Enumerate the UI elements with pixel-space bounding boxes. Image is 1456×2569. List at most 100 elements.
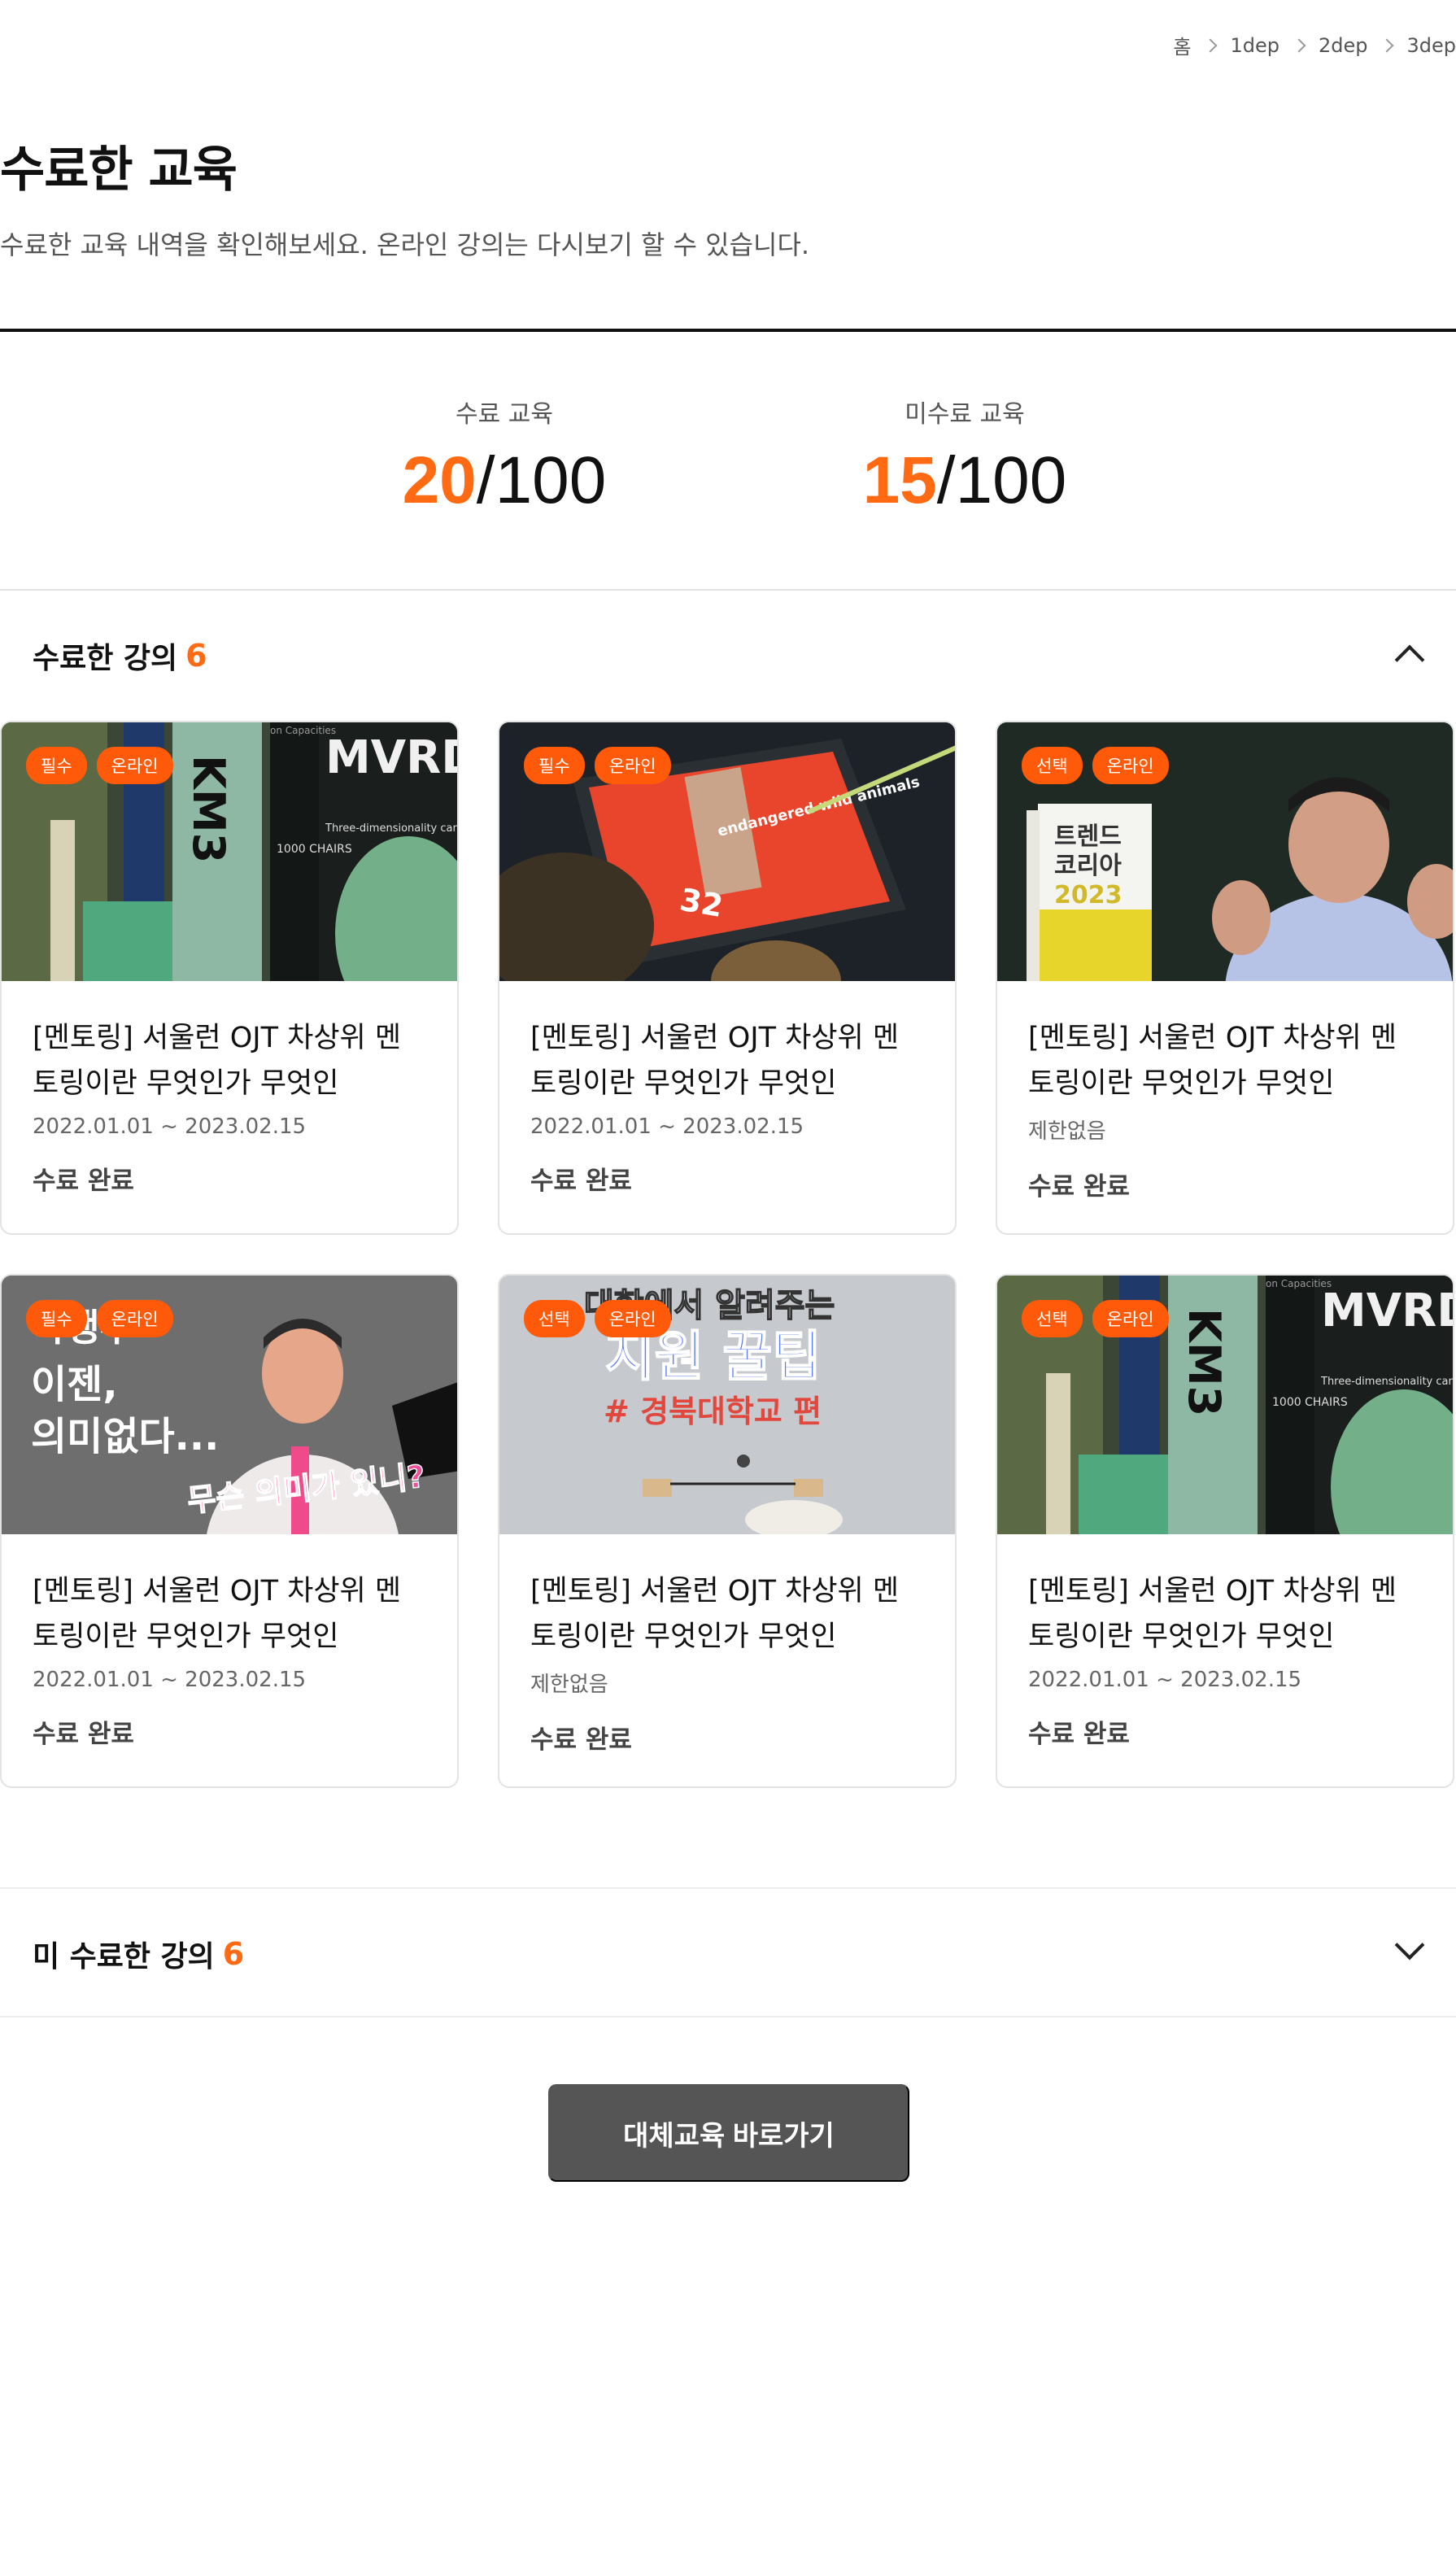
svg-text:on Capacities: on Capacities: [1266, 1278, 1332, 1289]
incomplete-count: 15: [862, 443, 937, 517]
badge-group: 필수 온라인: [524, 747, 671, 784]
course-period: 2022.01.01 ~ 2023.02.15: [1028, 1668, 1302, 1692]
course-title[interactable]: [멘토링] 서울런 OJT 차상위 멘토링이란 무엇인가 무엇인 ep.01..…: [1028, 1568, 1422, 1660]
completed-stat: 수료 교육 20/100: [342, 394, 667, 514]
badge-online: 온라인: [96, 1300, 173, 1337]
badge-group: 필수 온라인: [26, 747, 173, 784]
svg-text:트렌드: 트렌드: [1054, 822, 1122, 851]
svg-text:이젠,: 이젠,: [31, 1362, 118, 1407]
card-body: [멘토링] 서울런 OJT 차상위 멘토링이란 무엇인가 무엇인 ep.01..…: [2, 1534, 457, 1750]
card-body: [멘토링] 서울런 OJT 차상위 멘토링이란 무엇인가 무엇인 ep.01..…: [499, 981, 955, 1197]
badge-optional: 선택: [524, 1300, 585, 1337]
course-thumbnail: KM3 MVRD Three-dimensionality can as arc…: [2, 722, 457, 981]
chevron-right-icon: [1292, 38, 1306, 52]
course-status: 수료 완료: [1028, 1172, 1130, 1202]
incomplete-stat-label: 미수료 교육: [905, 400, 1025, 429]
svg-text:KM3: KM3: [1179, 1308, 1230, 1416]
incomplete-stat: 미수료 교육 15/100: [802, 394, 1127, 514]
completed-stat-label: 수료 교육: [456, 400, 553, 429]
breadcrumb-home[interactable]: 홈: [1173, 31, 1191, 59]
badge-online: 온라인: [594, 1300, 671, 1337]
course-status: 수료 완료: [1028, 1720, 1130, 1749]
course-thumbnail: 트렌드 코리아 2023 선택 온라인: [997, 722, 1453, 981]
section-title: 수료한 강의: [33, 642, 178, 675]
breadcrumb-1dep[interactable]: 1dep: [1230, 34, 1279, 57]
course-title[interactable]: [멘토링] 서울런 OJT 차상위 멘토링이란 무엇인가 무엇인 ep.01..…: [33, 1568, 426, 1660]
completed-section-header[interactable]: 수료한 강의 6: [0, 591, 1456, 721]
section-count: 6: [185, 638, 207, 674]
svg-text:KM3: KM3: [183, 755, 234, 863]
breadcrumb-2dep[interactable]: 2dep: [1319, 34, 1368, 57]
course-card[interactable]: KM3 MVRD Three-dimensionality can as arc…: [996, 1274, 1454, 1788]
card-body: [멘토링] 서울런 OJT 차상위 멘토링이란 무엇인가 무엇인 ep.01..…: [997, 1534, 1453, 1750]
course-card[interactable]: KM3 MVRD Three-dimensionality can as arc…: [0, 721, 459, 1235]
completed-count: 20: [402, 443, 477, 517]
course-period: 제한없음: [1028, 1119, 1106, 1144]
chevron-up-icon[interactable]: [1394, 644, 1425, 675]
badge-required: 필수: [26, 1300, 87, 1337]
svg-text:# 경북대학교 편: # 경북대학교 편: [604, 1394, 822, 1429]
incomplete-total: /100: [936, 443, 1067, 517]
svg-text:의미없다...: 의미없다...: [31, 1414, 219, 1459]
course-card[interactable]: endangered wild animals 32 필수 온라인 [멘토링] …: [498, 721, 957, 1235]
course-thumbnail: KM3 MVRD Three-dimensionality can as arc…: [997, 1276, 1453, 1534]
badge-online: 온라인: [1092, 1300, 1169, 1337]
chevron-right-icon: [1380, 38, 1394, 52]
course-status: 수료 완료: [33, 1167, 134, 1196]
svg-text:MVRD: MVRD: [1321, 1284, 1453, 1337]
course-card[interactable]: 트렌드 코리아 2023 선택 온라인 [멘토링] 서울런 OJT 차상위 멘토…: [996, 721, 1454, 1235]
badge-optional: 선택: [1022, 747, 1083, 784]
svg-text:Three-dimensionality can as ar: Three-dimensionality can as architecture…: [325, 822, 457, 835]
section-count: 6: [222, 1936, 245, 1972]
svg-text:32: 32: [677, 882, 726, 925]
badge-online: 온라인: [1092, 747, 1169, 784]
badge-optional: 선택: [1022, 1300, 1083, 1337]
svg-text:코리아: 코리아: [1054, 852, 1122, 880]
chevron-right-icon: [1203, 38, 1218, 52]
page-title: 수료한 교육: [0, 142, 238, 198]
badge-group: 선택 온라인: [1022, 747, 1169, 784]
course-card[interactable]: 대학에서 알려주는 지원 꿀팁 # 경북대학교 편 선택 온라인 [멘토링] 서…: [498, 1274, 957, 1788]
svg-text:1000 CHAIRS: 1000 CHAIRS: [277, 843, 352, 856]
card-body: [멘토링] 서울런 OJT 차상위 멘토링이란 무엇인가 무엇인 ep.01..…: [997, 981, 1453, 1202]
title-divider: [0, 329, 1456, 332]
course-period: 2022.01.01 ~ 2023.02.15: [33, 1668, 307, 1692]
section-title: 미 수료한 강의: [33, 1940, 215, 1974]
course-period: 제한없음: [530, 1673, 608, 1697]
svg-text:Three-dimensionality can as ar: Three-dimensionality can as architecture…: [1320, 1376, 1453, 1388]
course-status: 수료 완료: [530, 1167, 632, 1196]
chevron-down-icon[interactable]: [1394, 1930, 1425, 1961]
course-thumbnail: 학생부 이젠, 의미없다... 무슨 의미가 있니? 필수 온라인: [2, 1276, 457, 1534]
breadcrumb-3dep[interactable]: 3dep: [1406, 34, 1456, 57]
svg-text:2023: 2023: [1054, 881, 1123, 909]
card-body: [멘토링] 서울런 OJT 차상위 멘토링이란 무엇인가 무엇인 ep.01..…: [2, 981, 457, 1197]
course-period: 2022.01.01 ~ 2023.02.15: [530, 1114, 804, 1139]
alternative-education-button[interactable]: 대체교육 바로가기: [548, 2084, 909, 2182]
course-title[interactable]: [멘토링] 서울런 OJT 차상위 멘토링이란 무엇인가 무엇인 ep.01..…: [33, 1015, 426, 1106]
section-divider: [0, 2016, 1456, 2017]
completed-total: /100: [476, 443, 607, 517]
badge-required: 필수: [26, 747, 87, 784]
badge-required: 필수: [524, 747, 585, 784]
course-thumbnail: endangered wild animals 32 필수 온라인: [499, 722, 955, 981]
badge-group: 선택 온라인: [524, 1300, 671, 1337]
course-title[interactable]: [멘토링] 서울런 OJT 차상위 멘토링이란 무엇인가 무엇인 ep.01..…: [1028, 1015, 1422, 1106]
breadcrumb: 홈 1dep 2dep 3dep: [1173, 31, 1456, 59]
badge-group: 선택 온라인: [1022, 1300, 1169, 1337]
incomplete-section-header[interactable]: 미 수료한 강의 6: [0, 1889, 1456, 2019]
incomplete-stat-value: 15/100: [802, 447, 1127, 514]
svg-text:1000 CHAIRS: 1000 CHAIRS: [1272, 1396, 1348, 1409]
course-period: 2022.01.01 ~ 2023.02.15: [33, 1114, 307, 1139]
course-status: 수료 완료: [33, 1720, 134, 1749]
course-thumbnail: 대학에서 알려주는 지원 꿀팁 # 경북대학교 편 선택 온라인: [499, 1276, 955, 1534]
svg-text:MVRD: MVRD: [325, 731, 457, 784]
course-title[interactable]: [멘토링] 서울런 OJT 차상위 멘토링이란 무엇인가 무엇인 ep.01..…: [530, 1568, 924, 1660]
svg-text:on Capacities: on Capacities: [270, 725, 336, 736]
page-description: 수료한 교육 내역을 확인해보세요. 온라인 강의는 다시보기 할 수 있습니다…: [0, 229, 810, 260]
badge-group: 필수 온라인: [26, 1300, 173, 1337]
badge-online: 온라인: [96, 747, 173, 784]
course-card[interactable]: 학생부 이젠, 의미없다... 무슨 의미가 있니? 필수 온라인 [멘토링] …: [0, 1274, 459, 1788]
badge-online: 온라인: [594, 747, 671, 784]
card-body: [멘토링] 서울런 OJT 차상위 멘토링이란 무엇인가 무엇인 ep.01..…: [499, 1534, 955, 1756]
course-title[interactable]: [멘토링] 서울런 OJT 차상위 멘토링이란 무엇인가 무엇인 ep.01..…: [530, 1015, 924, 1106]
